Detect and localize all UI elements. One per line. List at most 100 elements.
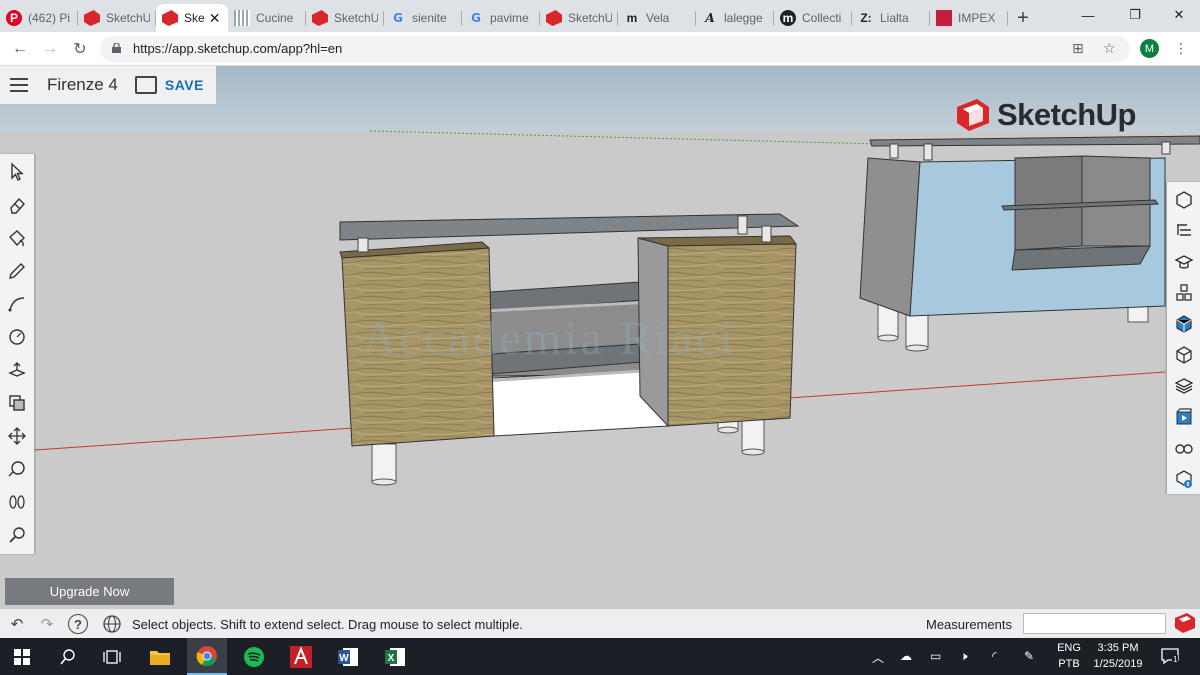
model-info-icon[interactable] xyxy=(1172,467,1196,491)
lock-icon xyxy=(112,43,121,53)
reload-icon[interactable]: ↻ xyxy=(68,38,92,60)
browser-tab[interactable]: SketchU xyxy=(540,4,618,32)
browser-tab[interactable]: m Vela xyxy=(618,4,696,32)
task-view-icon[interactable] xyxy=(92,638,132,675)
clock-date: 1/25/2019 xyxy=(1093,658,1143,670)
battery-icon[interactable]: ▭ xyxy=(930,649,941,663)
svg-text:X: X xyxy=(388,653,395,664)
minimize-icon[interactable]: — xyxy=(1065,0,1111,30)
close-tab-icon[interactable]: ✕ xyxy=(209,10,221,27)
excel-icon[interactable]: X xyxy=(375,638,415,675)
google-icon: G xyxy=(393,11,403,25)
select-icon[interactable] xyxy=(4,159,30,185)
tab-label: Ske xyxy=(184,11,205,25)
push-pull-icon[interactable] xyxy=(4,357,30,383)
menu-kebab-icon[interactable]: ⋮ xyxy=(1174,40,1188,57)
instructor-icon[interactable] xyxy=(1172,250,1196,274)
browser-tab[interactable]: Z: Lialta xyxy=(852,4,930,32)
pencil-icon[interactable] xyxy=(4,258,30,284)
chevron-up-icon[interactable]: ︿ xyxy=(872,649,884,666)
help-icon[interactable]: ? xyxy=(68,614,88,634)
tab-label: lalegge xyxy=(724,11,763,25)
measurements-input[interactable] xyxy=(1023,613,1166,634)
sketchup-icon xyxy=(84,10,100,26)
language-indicator[interactable]: ENG PTB xyxy=(1055,642,1083,670)
project-title[interactable]: Firenze 4 xyxy=(47,75,118,95)
cloud-icon[interactable]: ☁ xyxy=(900,649,912,663)
url-text: https://app.sketchup.com/app?hl=en xyxy=(133,41,343,56)
browser-tab[interactable]: A lalegge xyxy=(696,4,774,32)
save-button[interactable]: SAVE xyxy=(165,77,204,93)
windows-start-icon[interactable] xyxy=(2,638,42,675)
upgrade-now-button[interactable]: Upgrade Now xyxy=(5,578,174,605)
styles-icon[interactable] xyxy=(1172,343,1196,367)
open-folder-icon[interactable] xyxy=(134,76,157,94)
collect-icon: m xyxy=(780,10,796,26)
language-code: ENG xyxy=(1057,642,1081,654)
display-icon[interactable] xyxy=(1172,436,1196,460)
sketchup-logo: SketchUp xyxy=(955,97,1136,133)
notification-icon[interactable]: 1 xyxy=(1160,647,1180,665)
scenes-icon[interactable] xyxy=(1172,405,1196,429)
pinterest-icon: P xyxy=(6,10,22,26)
sketchup-small-icon xyxy=(1175,613,1195,633)
wifi-icon[interactable]: ◜ xyxy=(992,649,997,663)
google-icon: G xyxy=(471,11,481,25)
address-bar[interactable]: https://app.sketchup.com/app?hl=en ⊞ ☆ xyxy=(100,36,1130,62)
paint-bucket-icon[interactable] xyxy=(4,225,30,251)
arc-icon[interactable] xyxy=(4,291,30,317)
sketchup-icon xyxy=(162,10,178,26)
offset-icon[interactable] xyxy=(4,390,30,416)
pen-icon[interactable]: ✎ xyxy=(1024,649,1034,663)
search-icon[interactable] xyxy=(48,638,88,675)
forward-arrow-icon[interactable]: → xyxy=(38,38,62,60)
tape-measure-icon[interactable] xyxy=(4,456,30,482)
browser-tab[interactable]: IMPEX xyxy=(930,4,1008,32)
clock[interactable]: 3:35 PM 1/25/2019 xyxy=(1088,642,1148,670)
viewport-canvas[interactable]: Accademia Riaci xyxy=(0,66,1200,608)
redo-icon[interactable]: ↷ xyxy=(36,614,58,634)
bookmark-star-icon[interactable]: ☆ xyxy=(1103,40,1116,57)
browser-tab[interactable]: G sienite xyxy=(384,4,462,32)
back-arrow-icon[interactable]: ← xyxy=(8,38,32,60)
search-icon[interactable] xyxy=(4,522,30,548)
components-icon[interactable] xyxy=(1172,281,1196,305)
eraser-icon[interactable] xyxy=(4,192,30,218)
browser-tab[interactable]: m Collecti xyxy=(774,4,852,32)
translate-icon[interactable]: ⊞ xyxy=(1072,40,1084,57)
browser-toolbar: ← → ↻ https://app.sketchup.com/app?hl=en… xyxy=(0,32,1200,66)
impex-icon xyxy=(936,10,952,26)
profile-avatar[interactable]: M xyxy=(1140,39,1159,58)
browser-tab[interactable]: G pavime xyxy=(462,4,540,32)
grid-icon xyxy=(234,10,250,26)
browser-tab[interactable]: P (462) Pi xyxy=(0,4,78,32)
hamburger-menu-icon[interactable] xyxy=(10,78,28,92)
circle-icon[interactable] xyxy=(4,324,30,350)
browser-tab[interactable]: Cucine xyxy=(228,4,306,32)
materials-icon[interactable] xyxy=(1172,312,1196,336)
globe-icon[interactable] xyxy=(101,614,123,634)
outliner-icon[interactable] xyxy=(1172,219,1196,243)
entity-info-icon[interactable] xyxy=(1172,188,1196,212)
restore-icon[interactable]: ❐ xyxy=(1112,0,1158,30)
browser-tab[interactable]: SketchU xyxy=(78,4,156,32)
walk-icon[interactable] xyxy=(4,489,30,515)
undo-icon[interactable]: ↶ xyxy=(6,614,28,634)
tab-label: Vela xyxy=(646,11,670,25)
m-logo-icon: m xyxy=(626,11,638,25)
close-window-icon[interactable]: ✕ xyxy=(1156,0,1200,30)
chrome-icon[interactable] xyxy=(187,638,227,675)
layers-icon[interactable] xyxy=(1172,374,1196,398)
autocad-icon[interactable] xyxy=(281,638,321,675)
browser-tab[interactable]: SketchU xyxy=(306,4,384,32)
new-tab-button[interactable]: + xyxy=(1008,4,1038,32)
browser-tab-active[interactable]: Ske ✕ xyxy=(156,4,228,32)
volume-muted-icon[interactable]: 🕨 xyxy=(960,649,968,664)
move-icon[interactable] xyxy=(4,423,30,449)
windows-taskbar: W X ︿ ☁ ▭ 🕨 ◜ ✎ ENG PTB 3:35 PM 1/25/201… xyxy=(0,638,1200,675)
word-icon[interactable]: W xyxy=(328,638,368,675)
file-explorer-icon[interactable] xyxy=(140,638,180,675)
browser-tab-strip: P (462) Pi SketchU Ske ✕ Cucine SketchU … xyxy=(0,0,1200,32)
tab-label: (462) Pi xyxy=(28,11,71,25)
spotify-icon[interactable] xyxy=(234,638,274,675)
